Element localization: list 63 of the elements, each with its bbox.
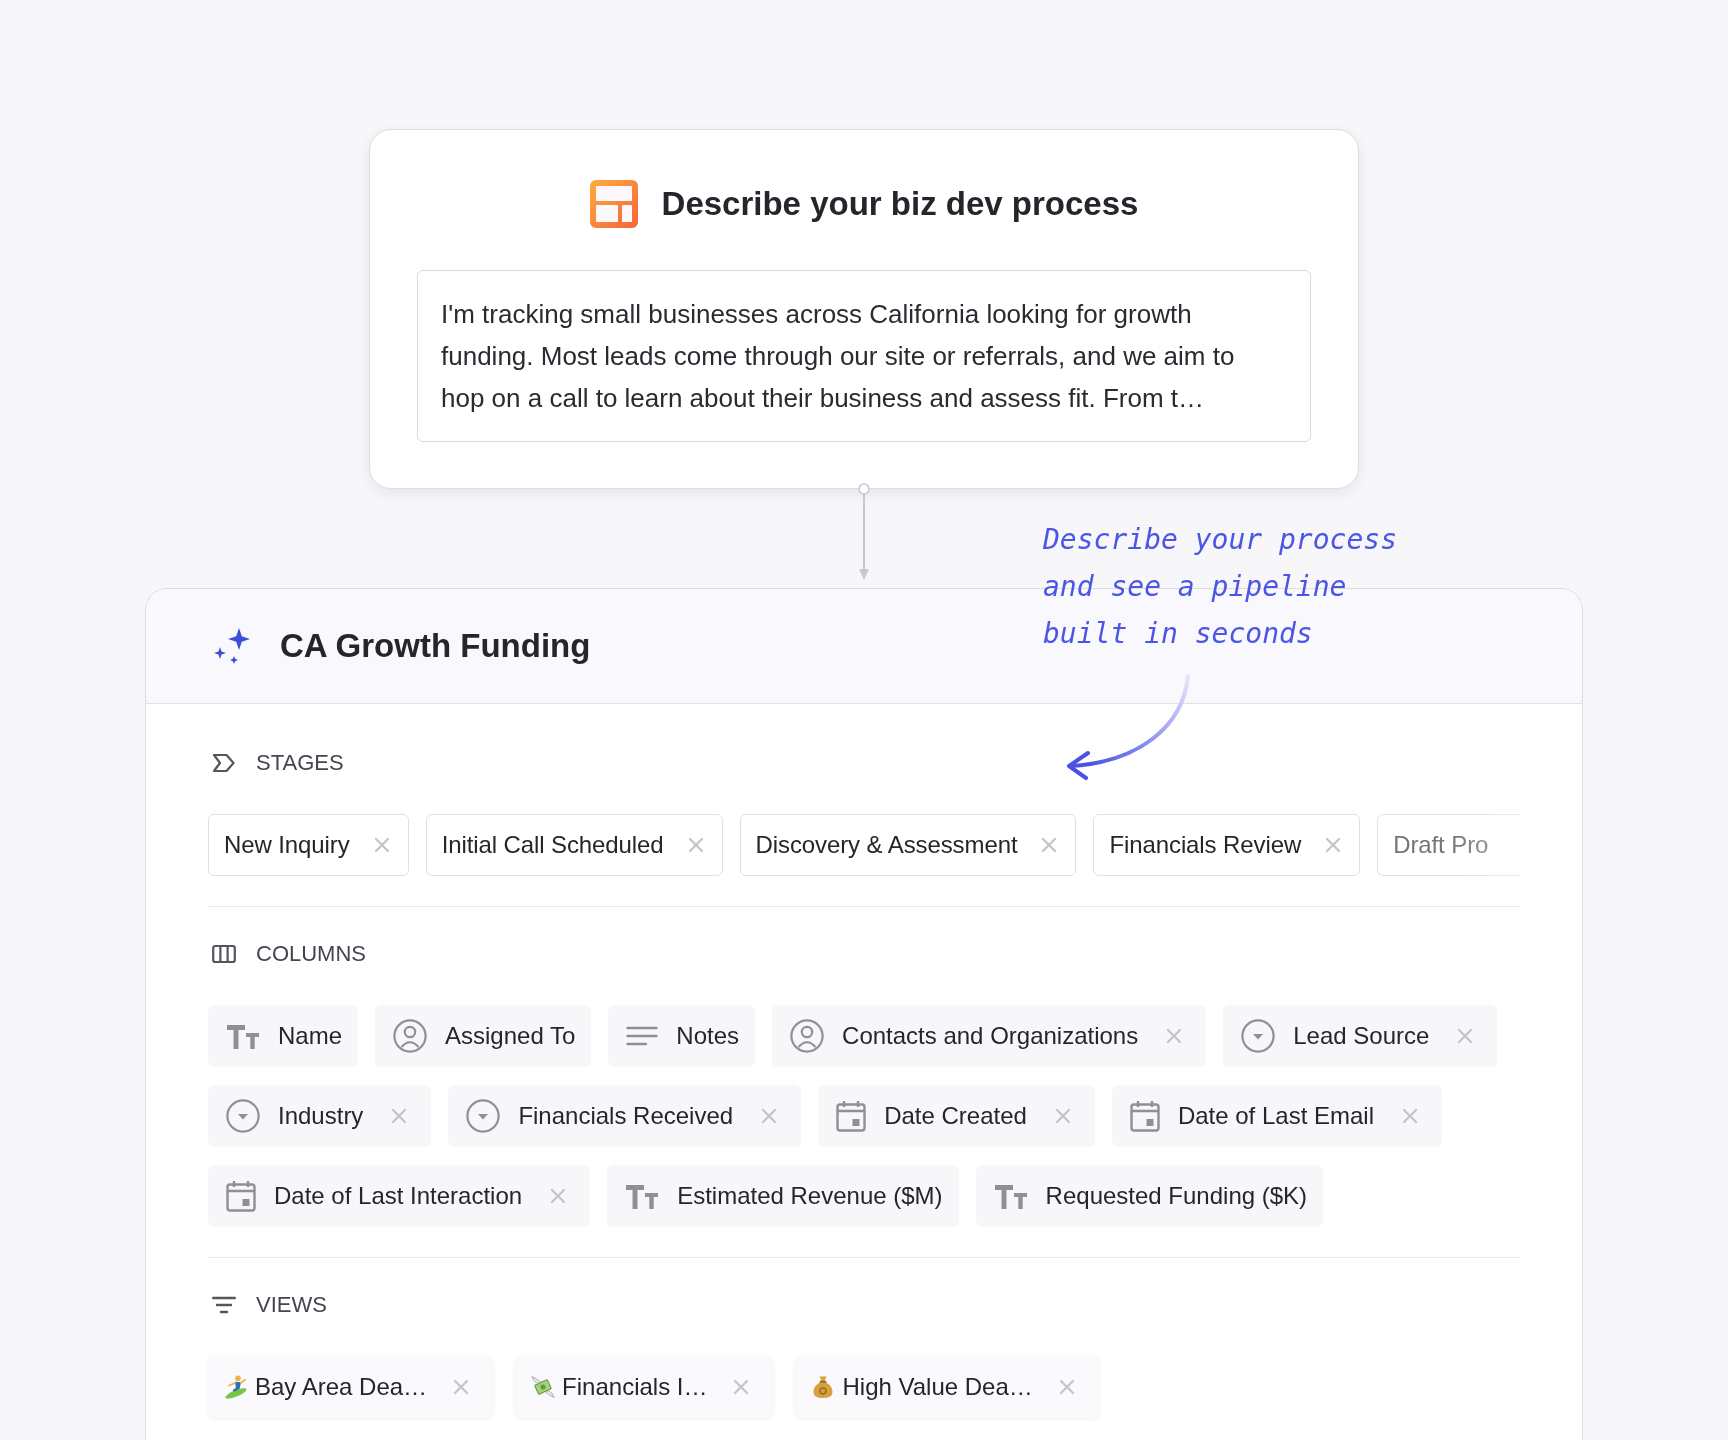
pipeline-title: CA Growth Funding bbox=[280, 626, 591, 666]
stage-label: Draft Pro bbox=[1393, 830, 1489, 860]
close-icon[interactable] bbox=[1054, 1108, 1071, 1124]
close-icon[interactable] bbox=[1325, 837, 1342, 853]
lines-icon bbox=[626, 1025, 659, 1047]
close-icon[interactable] bbox=[1041, 837, 1058, 853]
section-heading: STAGES bbox=[256, 749, 344, 777]
close-icon[interactable] bbox=[550, 1188, 567, 1204]
close-icon[interactable] bbox=[761, 1108, 778, 1124]
dropdown-icon bbox=[226, 1099, 260, 1133]
close-icon[interactable] bbox=[373, 837, 390, 853]
column-label: Date of Last Interaction bbox=[274, 1181, 523, 1211]
person-icon bbox=[790, 1019, 825, 1053]
column-label: Lead Source bbox=[1293, 1021, 1430, 1051]
filter-icon bbox=[212, 1296, 236, 1314]
view-label: Financials I… bbox=[562, 1372, 708, 1402]
columns-icon bbox=[212, 944, 236, 964]
person-icon bbox=[393, 1019, 428, 1053]
calendar-icon bbox=[836, 1100, 867, 1132]
close-icon[interactable] bbox=[391, 1108, 408, 1124]
stage-label: Discovery & Assessment bbox=[755, 830, 1018, 860]
close-icon[interactable] bbox=[1457, 1028, 1474, 1044]
surfer-icon bbox=[224, 1375, 248, 1399]
column-label: Assigned To bbox=[445, 1021, 576, 1051]
close-icon[interactable] bbox=[1402, 1108, 1418, 1124]
close-icon[interactable] bbox=[1166, 1028, 1183, 1044]
close-icon[interactable] bbox=[687, 837, 704, 853]
close-icon[interactable] bbox=[733, 1379, 750, 1395]
text-type-icon bbox=[226, 1023, 260, 1049]
column-label: Date Created bbox=[884, 1101, 1027, 1131]
layout-icon bbox=[589, 180, 638, 228]
column-label: Industry bbox=[278, 1101, 364, 1131]
column-label: Financials Received bbox=[518, 1101, 734, 1131]
close-icon[interactable] bbox=[453, 1379, 470, 1395]
column-label: Name bbox=[278, 1021, 343, 1051]
column-label: Contacts and Organizations bbox=[842, 1021, 1139, 1051]
text-type-icon bbox=[993, 1183, 1028, 1209]
view-tag[interactable]: Bay Area Dea… bbox=[208, 1356, 494, 1418]
calendar-icon bbox=[1129, 1100, 1160, 1132]
handwritten-note: Describe your process and see a pipeline built in seconds bbox=[1043, 522, 1398, 652]
text-type-icon bbox=[625, 1183, 660, 1209]
money-wings-icon bbox=[531, 1375, 556, 1399]
section-heading: VIEWS bbox=[256, 1291, 327, 1319]
description-field[interactable]: I'm tracking small businesses across California looking for growth funding. Most leads come through our site or referrals, and we aim to hop on a call to learn about their business and assess fit. From t… bbox=[417, 270, 1311, 442]
dropdown-icon bbox=[1241, 1019, 1276, 1053]
view-label: High Value Dea… bbox=[842, 1372, 1033, 1402]
sparkle-icon bbox=[213, 627, 251, 665]
view-label: Bay Area Dea… bbox=[255, 1372, 428, 1402]
dropdown-icon bbox=[466, 1099, 501, 1133]
column-label: Requested Funding ($K) bbox=[1045, 1181, 1308, 1211]
stage-label: New Inquiry bbox=[224, 830, 350, 860]
section-heading: COLUMNS bbox=[256, 940, 366, 968]
column-label: Estimated Revenue ($M) bbox=[677, 1181, 943, 1211]
close-icon[interactable] bbox=[1058, 1379, 1075, 1395]
stages-icon bbox=[212, 753, 236, 773]
view-tag[interactable]: High Value Dea… bbox=[795, 1356, 1099, 1418]
prompt-title: Describe your biz dev process bbox=[661, 184, 1139, 224]
column-label: Date of Last Email bbox=[1177, 1101, 1374, 1131]
view-tag[interactable]: Financials I… bbox=[515, 1356, 774, 1418]
stage-label: Financials Review bbox=[1109, 830, 1302, 860]
column-label: Notes bbox=[676, 1021, 740, 1051]
calendar-icon bbox=[226, 1180, 256, 1212]
stage-label: Initial Call Scheduled bbox=[441, 830, 664, 860]
